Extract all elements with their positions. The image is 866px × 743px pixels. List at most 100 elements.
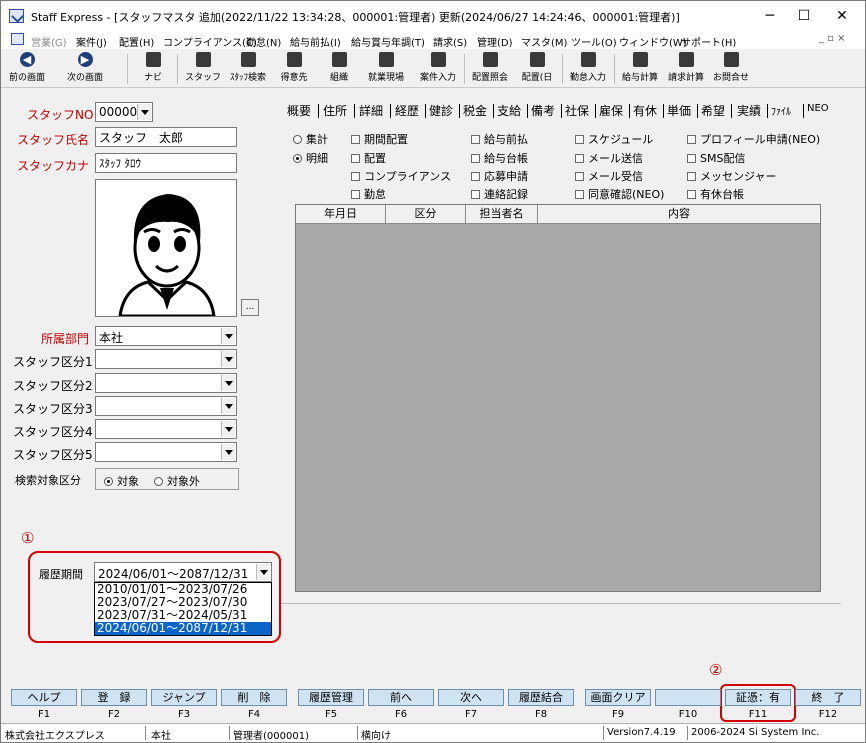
category-1-select[interactable]: [95, 349, 237, 369]
tab-notes[interactable]: 備考: [531, 102, 555, 119]
dept-select[interactable]: 本社: [95, 326, 237, 346]
toolbar-worksite[interactable]: 就業現場: [363, 52, 409, 83]
checkbox-contact-record[interactable]: 連絡記録: [471, 186, 528, 202]
toolbar-navi[interactable]: ナビ: [135, 52, 171, 83]
search-target-on[interactable]: 対象: [104, 473, 139, 489]
checkbox-sms[interactable]: SMS配信: [687, 150, 745, 166]
category-3-select[interactable]: [95, 396, 237, 416]
chevron-down-icon[interactable]: [221, 398, 235, 414]
toolbar-billing[interactable]: 請求計算: [663, 52, 709, 83]
tab-results-active[interactable]: 実績: [737, 102, 761, 119]
checkbox-assignment[interactable]: 配置: [351, 150, 386, 166]
results-grid[interactable]: 年月日 区分 担当者名 内容: [295, 204, 821, 592]
exit-button[interactable]: 終 了: [795, 689, 861, 706]
checkbox-schedule[interactable]: スケジュール: [575, 131, 653, 147]
photo-browse-button[interactable]: ...: [241, 299, 259, 316]
tab-overview[interactable]: 概要: [287, 102, 311, 119]
staff-kana-input[interactable]: ｽﾀｯﾌ ﾀﾛｳ: [95, 153, 237, 173]
tab-unit-price[interactable]: 単価: [667, 102, 691, 119]
menu-master[interactable]: マスタ(M): [521, 34, 567, 49]
tab-address[interactable]: 住所: [323, 102, 347, 119]
column-category[interactable]: 区分: [386, 205, 466, 224]
toolbar-assignment-inquiry[interactable]: 配置照会: [467, 52, 513, 83]
menu-attendance[interactable]: 勤怠(N): [246, 34, 281, 49]
staff-name-input[interactable]: スタッフ 太郎: [95, 127, 237, 147]
checkbox-leave-ledger[interactable]: 有休台帳: [687, 186, 744, 202]
history-option-selected[interactable]: 2024/06/01～2087/12/31: [95, 622, 271, 635]
toolbar-customer[interactable]: 得意先: [275, 52, 313, 83]
staff-no-select[interactable]: 000005: [95, 102, 153, 122]
history-merge-button[interactable]: 履歴結合: [508, 689, 574, 706]
mode-summary[interactable]: 集計: [293, 131, 328, 147]
tab-preferences[interactable]: 希望: [701, 102, 725, 119]
category-2-select[interactable]: [95, 373, 237, 393]
tab-details[interactable]: 詳細: [359, 102, 383, 119]
chevron-down-icon[interactable]: [256, 564, 270, 580]
chevron-down-icon[interactable]: [137, 104, 151, 120]
toolbar-staff-search[interactable]: ｽﾀｯﾌ検索: [225, 52, 271, 83]
help-button[interactable]: ヘルプ: [11, 689, 77, 706]
toolbar-organization[interactable]: 組織: [321, 52, 357, 83]
checkbox-period-assignment[interactable]: 期間配置: [351, 131, 408, 147]
checkbox-prepayment[interactable]: 給与前払: [471, 131, 528, 147]
chevron-down-icon[interactable]: [221, 375, 235, 391]
tab-tax[interactable]: 税金: [463, 102, 487, 119]
history-manage-button[interactable]: 履歴管理: [298, 689, 364, 706]
toolbar-next-screen[interactable]: ▶ 次の画面: [61, 52, 109, 83]
checkbox-application[interactable]: 応募申請: [471, 168, 528, 184]
toolbar-attendance-input[interactable]: 勤怠入力: [565, 52, 611, 83]
tab-files[interactable]: ﾌｧｲﾙ: [771, 103, 791, 118]
menu-payroll[interactable]: 給与賞与年調(T): [351, 34, 425, 49]
checkbox-mail-received[interactable]: メール受信: [575, 168, 643, 184]
minimize-button[interactable]: ─: [753, 5, 787, 27]
search-target-off[interactable]: 対象外: [154, 473, 200, 489]
checkbox-payroll-ledger[interactable]: 給与台帳: [471, 150, 528, 166]
checkbox-mail-sent[interactable]: メール送信: [575, 150, 643, 166]
toolbar-prev-screen[interactable]: ◀ 前の画面: [3, 52, 51, 83]
checkbox-profile-request-neo[interactable]: プロフィール申請(NEO): [687, 131, 820, 147]
toolbar-staff[interactable]: スタッフ: [183, 52, 223, 83]
checkbox-messenger[interactable]: メッセンジャー: [687, 168, 776, 184]
tab-health[interactable]: 健診: [429, 102, 453, 119]
menu-tools[interactable]: ツール(O): [571, 34, 617, 49]
menu-billing[interactable]: 請求(S): [433, 34, 467, 49]
previous-button[interactable]: 前へ: [368, 689, 434, 706]
register-button[interactable]: 登 録: [81, 689, 147, 706]
menu-support[interactable]: サポート(H): [681, 34, 736, 49]
checkbox-attendance[interactable]: 勤怠: [351, 186, 386, 202]
maximize-button[interactable]: ☐: [787, 5, 821, 27]
column-staff-in-charge[interactable]: 担当者名: [466, 205, 538, 224]
chevron-down-icon[interactable]: [221, 351, 235, 367]
column-date[interactable]: 年月日: [296, 205, 386, 224]
jump-button[interactable]: ジャンプ: [151, 689, 217, 706]
history-period-select[interactable]: 2024/06/01～2087/12/31: [94, 562, 272, 582]
menu-compliance[interactable]: コンプライアンス(C): [163, 34, 257, 49]
f10-button[interactable]: [655, 689, 721, 706]
mdi-controls[interactable]: _ ▫ ×: [819, 33, 846, 44]
column-content[interactable]: 内容: [538, 205, 820, 224]
toolbar-payroll[interactable]: 給与計算: [617, 52, 663, 83]
toolbar-inquiry[interactable]: お問合せ: [709, 52, 753, 83]
tab-social-insurance[interactable]: 社保: [565, 102, 589, 119]
tab-paid-leave[interactable]: 有休: [633, 102, 657, 119]
tab-neo[interactable]: NEO: [807, 103, 829, 114]
toolbar-job-input[interactable]: 案件入力: [415, 52, 461, 83]
clear-screen-button[interactable]: 画面クリア: [585, 689, 651, 706]
checkbox-compliance[interactable]: コンプライアンス: [351, 168, 451, 184]
menu-admin[interactable]: 管理(D): [477, 34, 513, 49]
menu-window[interactable]: ウィンドウ(W): [619, 34, 687, 49]
chevron-down-icon[interactable]: [221, 328, 235, 344]
mode-detail[interactable]: 明細: [293, 150, 328, 166]
chevron-down-icon[interactable]: [221, 444, 235, 460]
menu-sales[interactable]: 営業(G): [31, 34, 67, 49]
category-4-select[interactable]: [95, 419, 237, 439]
close-button[interactable]: ✕: [825, 5, 859, 27]
checkbox-consent-neo[interactable]: 同意確認(NEO): [575, 186, 664, 202]
tab-employment-insurance[interactable]: 雇保: [599, 102, 623, 119]
category-5-select[interactable]: [95, 442, 237, 462]
menu-assignment[interactable]: 配置(H): [119, 34, 154, 49]
evidence-button[interactable]: 証憑：有: [725, 689, 791, 706]
tab-payment[interactable]: 支給: [497, 102, 521, 119]
next-button[interactable]: 次へ: [438, 689, 504, 706]
delete-button[interactable]: 削 除: [221, 689, 287, 706]
